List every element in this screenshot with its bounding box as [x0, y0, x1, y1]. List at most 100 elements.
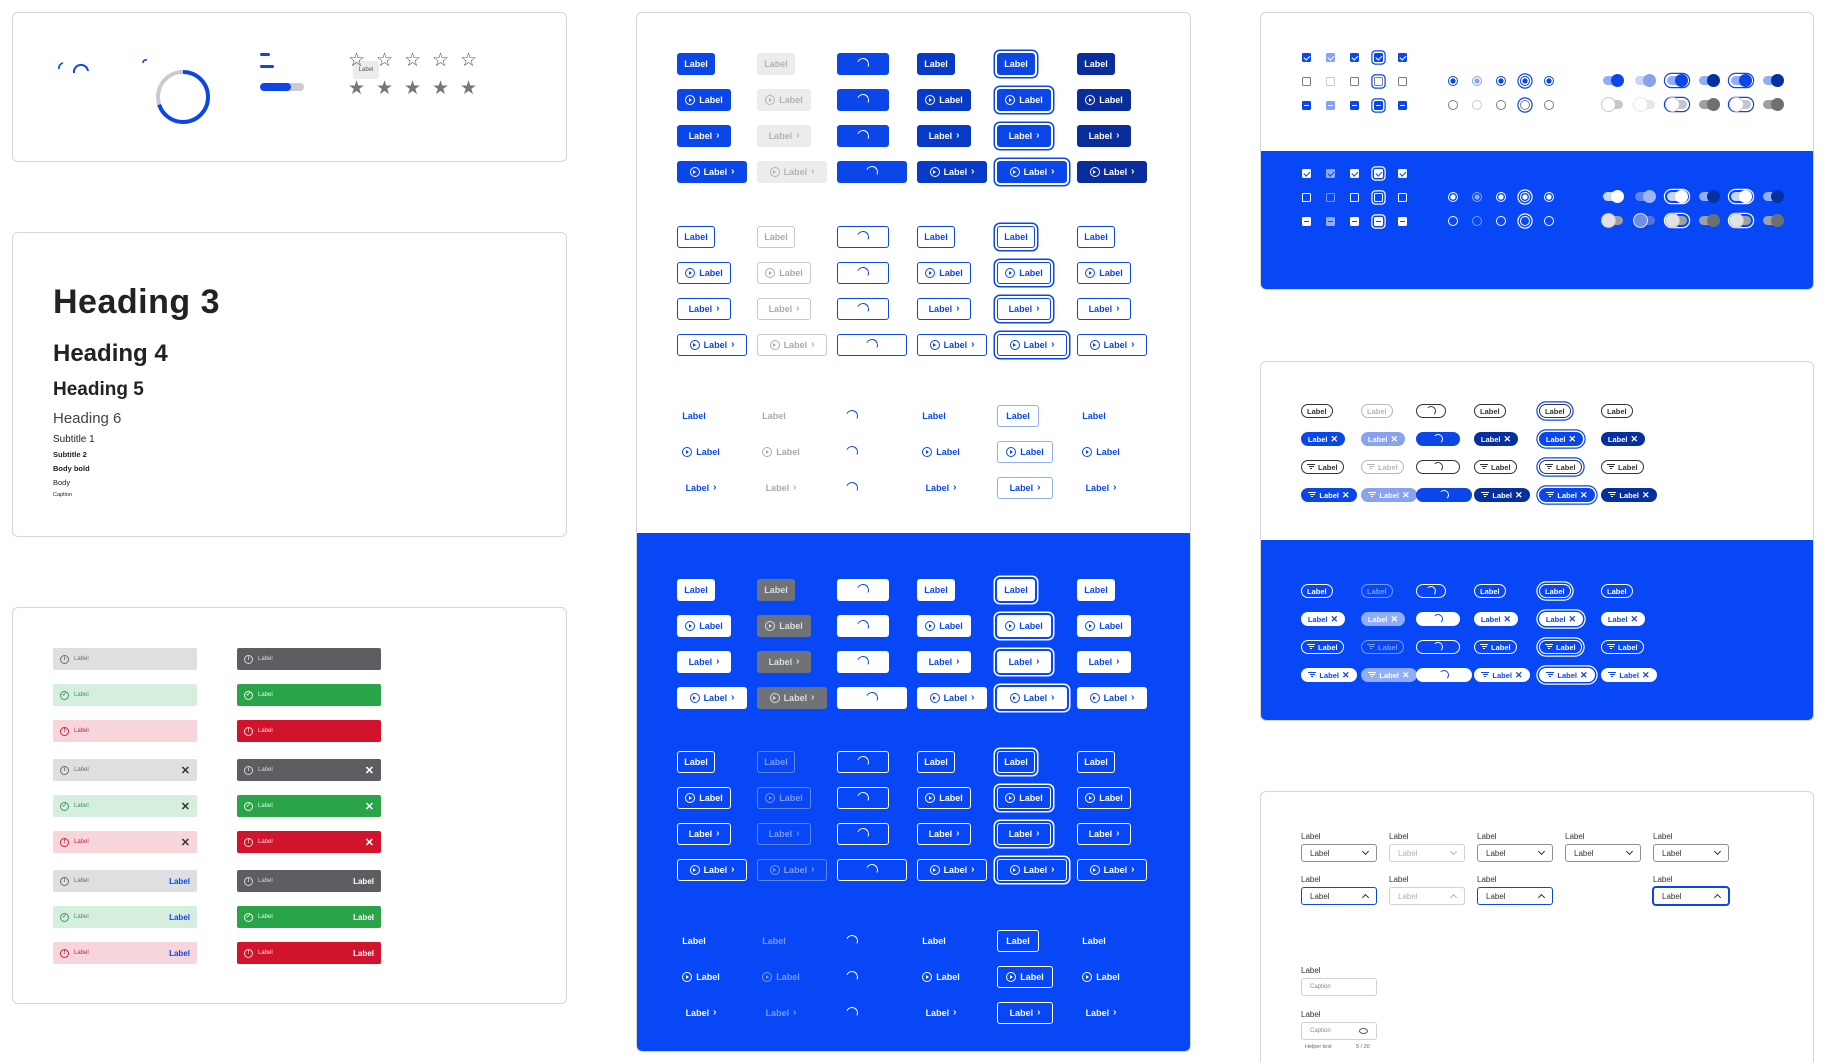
chip[interactable]: Label ✕: [1361, 488, 1417, 502]
checkbox[interactable]: [1326, 193, 1335, 202]
chip[interactable]: [1416, 432, 1460, 446]
button[interactable]: Label: [757, 89, 811, 111]
select-dropdown[interactable]: Label: [1301, 887, 1377, 905]
button[interactable]: Label ›: [997, 687, 1067, 709]
chip[interactable]: Label: [1474, 584, 1506, 598]
button[interactable]: [837, 859, 907, 881]
checkbox[interactable]: [1398, 53, 1407, 62]
radio-button[interactable]: [1520, 100, 1530, 110]
radio-button[interactable]: [1472, 192, 1482, 202]
button[interactable]: Label ›: [677, 161, 747, 183]
chip[interactable]: Label: [1539, 404, 1571, 418]
button[interactable]: Label: [997, 405, 1039, 427]
close-icon[interactable]: ✕: [1631, 614, 1639, 624]
select-dropdown[interactable]: Label: [1565, 844, 1641, 862]
button[interactable]: Label: [917, 751, 955, 773]
toggle-switch[interactable]: [1763, 74, 1784, 87]
button[interactable]: Label ›: [997, 651, 1051, 673]
button[interactable]: [837, 477, 867, 499]
chip[interactable]: Label: [1361, 584, 1393, 598]
toggle-switch[interactable]: [1731, 74, 1752, 87]
button[interactable]: Label: [757, 405, 791, 427]
button[interactable]: Label: [757, 53, 795, 75]
button[interactable]: Label ›: [1077, 651, 1131, 673]
alert-action-link[interactable]: Label: [353, 877, 374, 886]
button[interactable]: Label ›: [677, 651, 731, 673]
button[interactable]: [837, 651, 889, 673]
select-dropdown[interactable]: Label: [1389, 887, 1465, 905]
chip[interactable]: Label ✕: [1361, 612, 1405, 626]
toggle-switch[interactable]: [1634, 98, 1655, 111]
button[interactable]: Label ›: [1077, 477, 1125, 499]
chip[interactable]: [1416, 460, 1460, 474]
radio-button[interactable]: [1472, 76, 1482, 86]
toggle-switch[interactable]: [1730, 98, 1751, 111]
button[interactable]: Label: [1077, 262, 1131, 284]
button[interactable]: Label: [1077, 787, 1131, 809]
star-outline-icon[interactable]: ☆: [376, 51, 393, 70]
button[interactable]: Label: [997, 262, 1051, 284]
checkbox[interactable]: [1302, 53, 1311, 62]
alert-action-link[interactable]: Label: [353, 913, 374, 922]
button[interactable]: Label: [997, 966, 1053, 988]
checkbox[interactable]: [1374, 217, 1383, 226]
close-icon[interactable]: ✕: [1580, 490, 1588, 500]
button[interactable]: Label ›: [997, 161, 1067, 183]
button[interactable]: Label: [917, 966, 965, 988]
chip[interactable]: Label ✕: [1301, 612, 1345, 626]
toggle-switch[interactable]: [1699, 190, 1720, 203]
select-dropdown[interactable]: Label: [1301, 844, 1377, 862]
close-icon[interactable]: ✕: [1342, 670, 1350, 680]
close-icon[interactable]: ✕: [1402, 490, 1410, 500]
radio-button[interactable]: [1472, 216, 1482, 226]
password-input[interactable]: Caption: [1301, 1022, 1377, 1040]
checkbox[interactable]: [1398, 169, 1407, 178]
button[interactable]: [837, 334, 907, 356]
radio-button[interactable]: [1448, 100, 1458, 110]
close-icon[interactable]: ✕: [1391, 434, 1399, 444]
star-filled-icon[interactable]: ★: [404, 79, 421, 98]
button[interactable]: Label: [917, 226, 955, 248]
button[interactable]: Label ›: [1077, 125, 1131, 147]
checkbox[interactable]: [1398, 101, 1407, 110]
button[interactable]: Label ›: [917, 334, 987, 356]
button[interactable]: [837, 298, 889, 320]
button[interactable]: Label: [1077, 89, 1131, 111]
button[interactable]: [837, 441, 867, 463]
button[interactable]: Label: [1077, 53, 1115, 75]
button[interactable]: Label ›: [1077, 334, 1147, 356]
button[interactable]: Label: [757, 787, 811, 809]
button[interactable]: Label ›: [757, 125, 811, 147]
close-icon[interactable]: ✕: [1569, 434, 1577, 444]
close-icon[interactable]: ✕: [365, 836, 374, 849]
button[interactable]: Label ›: [1077, 298, 1131, 320]
radio-button[interactable]: [1520, 76, 1530, 86]
chip[interactable]: Label ✕: [1301, 432, 1345, 446]
button[interactable]: Label ›: [1077, 1002, 1125, 1024]
close-icon[interactable]: ✕: [1642, 670, 1650, 680]
button[interactable]: Label: [1077, 930, 1111, 952]
chip[interactable]: Label: [1361, 460, 1404, 474]
button[interactable]: Label: [917, 441, 965, 463]
button[interactable]: Label: [997, 579, 1035, 601]
button[interactable]: Label: [1077, 441, 1125, 463]
button[interactable]: Label ›: [757, 687, 827, 709]
close-icon[interactable]: ✕: [365, 764, 374, 777]
checkbox[interactable]: [1326, 101, 1335, 110]
close-icon[interactable]: ✕: [181, 764, 190, 777]
button[interactable]: Label ›: [677, 859, 747, 881]
toggle-switch[interactable]: [1763, 98, 1784, 111]
button[interactable]: Label ›: [677, 1002, 725, 1024]
button[interactable]: Label: [1077, 579, 1115, 601]
checkbox[interactable]: [1374, 193, 1383, 202]
chip[interactable]: Label ✕: [1301, 668, 1357, 682]
chip[interactable]: Label ✕: [1601, 488, 1657, 502]
button[interactable]: Label ›: [917, 1002, 965, 1024]
button[interactable]: Label: [917, 89, 971, 111]
chip[interactable]: Label ✕: [1301, 488, 1357, 502]
button[interactable]: Label: [757, 966, 805, 988]
button[interactable]: [837, 262, 889, 284]
toggle-switch[interactable]: [1730, 214, 1751, 227]
button[interactable]: [837, 579, 889, 601]
checkbox[interactable]: [1374, 101, 1383, 110]
